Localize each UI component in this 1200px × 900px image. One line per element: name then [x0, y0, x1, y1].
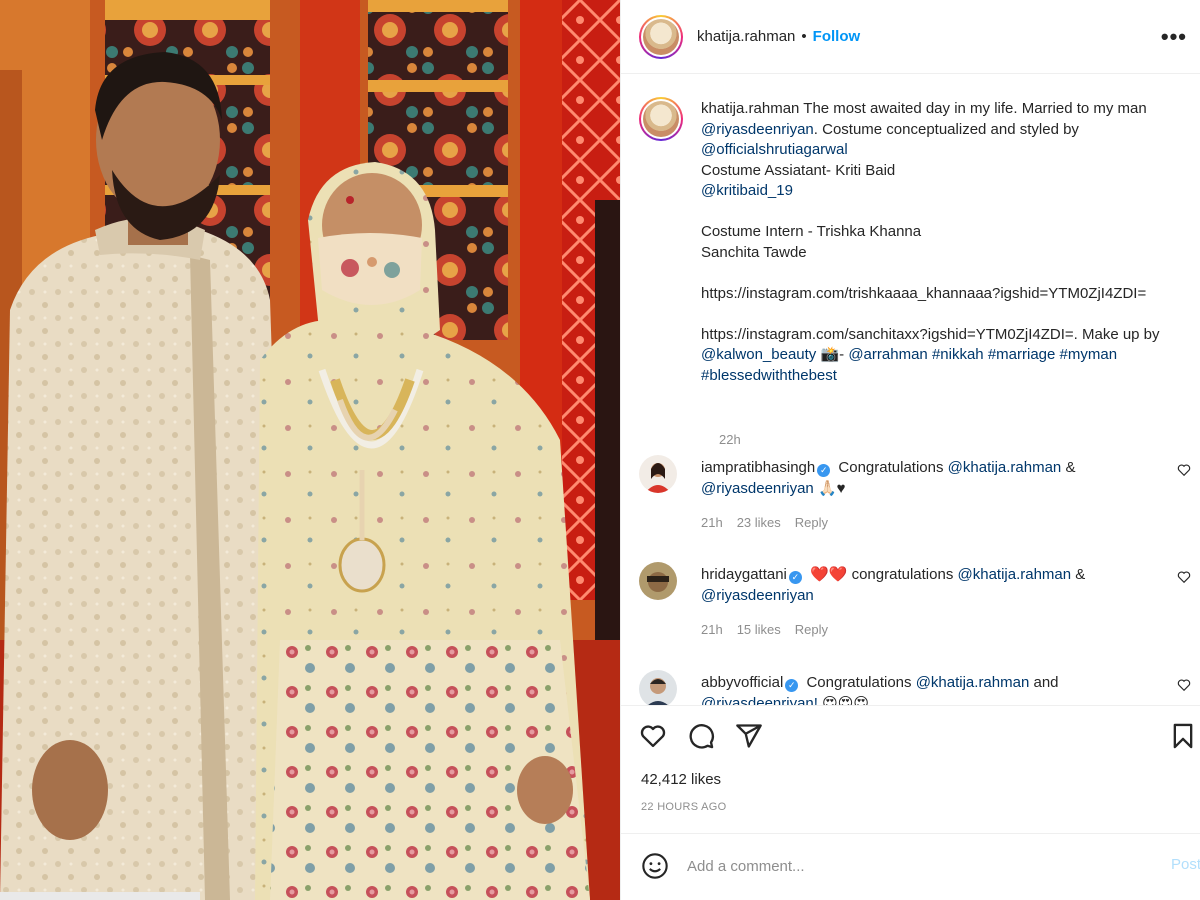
post-header: khatija.rahman • Follow •••: [621, 0, 1200, 74]
comment-mention[interactable]: @riyasdeenriyan!: [701, 695, 818, 705]
comment-time[interactable]: 21h: [701, 515, 723, 530]
comment-username[interactable]: abbyvofficial: [701, 674, 783, 691]
reply-button[interactable]: Reply: [795, 622, 828, 637]
post-timestamp[interactable]: 22 HOURS AGO: [641, 801, 727, 813]
post-actions: 42,412 likes 22 HOURS AGO: [621, 705, 1200, 833]
caption-text-part: 📸-: [816, 346, 849, 363]
caption-mention[interactable]: @riyasdeenriyan: [701, 121, 814, 138]
heart-icon[interactable]: [1177, 463, 1191, 477]
caption-text: khatija.rahman The most awaited day in m…: [701, 99, 1200, 386]
commenter-avatar[interactable]: [639, 562, 677, 600]
caption-mention[interactable]: @officialshrutiagarwal: [701, 141, 848, 158]
caption-text-part: Costume Assiatant- Kriti Baid: [701, 161, 896, 179]
caption-text-part: Costume Intern - Trishka Khanna Sanchita…: [701, 223, 1160, 343]
comment-meta: 21h 23 likes Reply: [701, 515, 842, 530]
comment-icon[interactable]: [687, 722, 715, 750]
comment-text-part: Congratulations: [802, 674, 916, 691]
comment-text-part: ❤️❤️ congratulations: [805, 566, 958, 583]
comment-mention[interactable]: @khatija.rahman: [916, 674, 1030, 691]
comment-text: iampratibhasingh ✓ Congratulations @khati…: [701, 457, 1179, 499]
comment-mention[interactable]: @khatija.rahman: [958, 566, 1072, 583]
heart-icon[interactable]: [1177, 570, 1191, 584]
comment-text: hridaygattani ✓ ❤️❤️ congratulations @kha…: [701, 564, 1179, 606]
likes-count[interactable]: 42,412 likes: [641, 771, 721, 788]
comment-meta: 21h 15 likes Reply: [701, 622, 842, 637]
caption-timestamp[interactable]: 22h: [719, 432, 741, 447]
comment-likes[interactable]: 23 likes: [737, 515, 781, 530]
comment-text-part: 😍😍😍: [817, 695, 870, 705]
caption-hashtag[interactable]: #blessedwiththebest: [701, 367, 837, 384]
comment-time[interactable]: 21h: [701, 622, 723, 637]
bookmark-icon[interactable]: [1169, 722, 1197, 750]
comment-text: abbyvofficial ✓ Congratulations @khatija.…: [701, 672, 1179, 705]
comment-text-part: &: [1071, 566, 1086, 583]
verified-badge-icon: ✓: [817, 464, 831, 477]
verified-badge-icon: ✓: [788, 571, 802, 584]
reply-button[interactable]: Reply: [795, 515, 828, 530]
comment-mention[interactable]: @riyasdeenriyan: [701, 587, 814, 604]
heart-icon[interactable]: [1177, 678, 1191, 692]
comment-text-part: and: [1029, 674, 1059, 691]
comment-input[interactable]: [687, 854, 1127, 878]
wedding-photo: [0, 0, 620, 900]
caption-hashtag[interactable]: #marriage: [988, 346, 1056, 363]
more-icon[interactable]: •••: [1161, 24, 1187, 50]
comment-text-part: Congratulations: [834, 459, 948, 476]
comments-scroll-area[interactable]: khatija.rahman The most awaited day in m…: [621, 75, 1200, 705]
comment-mention[interactable]: @khatija.rahman: [948, 459, 1062, 476]
caption-text-part: The most awaited day in my life. Married…: [799, 100, 1151, 117]
post-comment-button[interactable]: Post: [1171, 856, 1200, 873]
caption-mention[interactable]: @arrahman: [848, 346, 927, 363]
commenter-avatar[interactable]: [639, 670, 677, 705]
author-username[interactable]: khatija.rahman: [697, 28, 795, 45]
photo-edge: [0, 892, 200, 900]
comment-username[interactable]: hridaygattani: [701, 566, 787, 583]
caption-username[interactable]: khatija.rahman: [701, 100, 799, 117]
caption-avatar[interactable]: [639, 97, 683, 141]
caption-mention[interactable]: @kritibaid_19: [701, 182, 793, 199]
comment-text-part: 🙏🏻♥: [813, 480, 846, 497]
caption-text-part: . Costume conceptualized and styled by: [813, 120, 1084, 138]
post-photo[interactable]: [0, 0, 620, 900]
follow-button[interactable]: Follow: [813, 28, 861, 45]
commenter-avatar[interactable]: [639, 455, 677, 493]
comment-likes[interactable]: 15 likes: [737, 622, 781, 637]
caption-mention[interactable]: @kalwon_beauty: [701, 346, 816, 363]
comment-username[interactable]: iampratibhasingh: [701, 459, 815, 476]
emoji-icon[interactable]: [641, 852, 669, 880]
post-sidebar: khatija.rahman • Follow ••• khatija.rahm…: [620, 0, 1200, 900]
share-icon[interactable]: [735, 722, 763, 750]
separator-dot: •: [801, 28, 807, 45]
heart-icon[interactable]: [639, 722, 667, 750]
caption-hashtag[interactable]: #nikkah: [932, 346, 984, 363]
comment-mention[interactable]: @riyasdeenriyan: [701, 480, 814, 497]
caption-hashtag[interactable]: #myman: [1060, 346, 1118, 363]
comment-text-part: &: [1061, 459, 1076, 476]
verified-badge-icon: ✓: [785, 679, 799, 692]
author-avatar[interactable]: [639, 14, 683, 59]
add-comment-bar: Post: [621, 833, 1200, 900]
